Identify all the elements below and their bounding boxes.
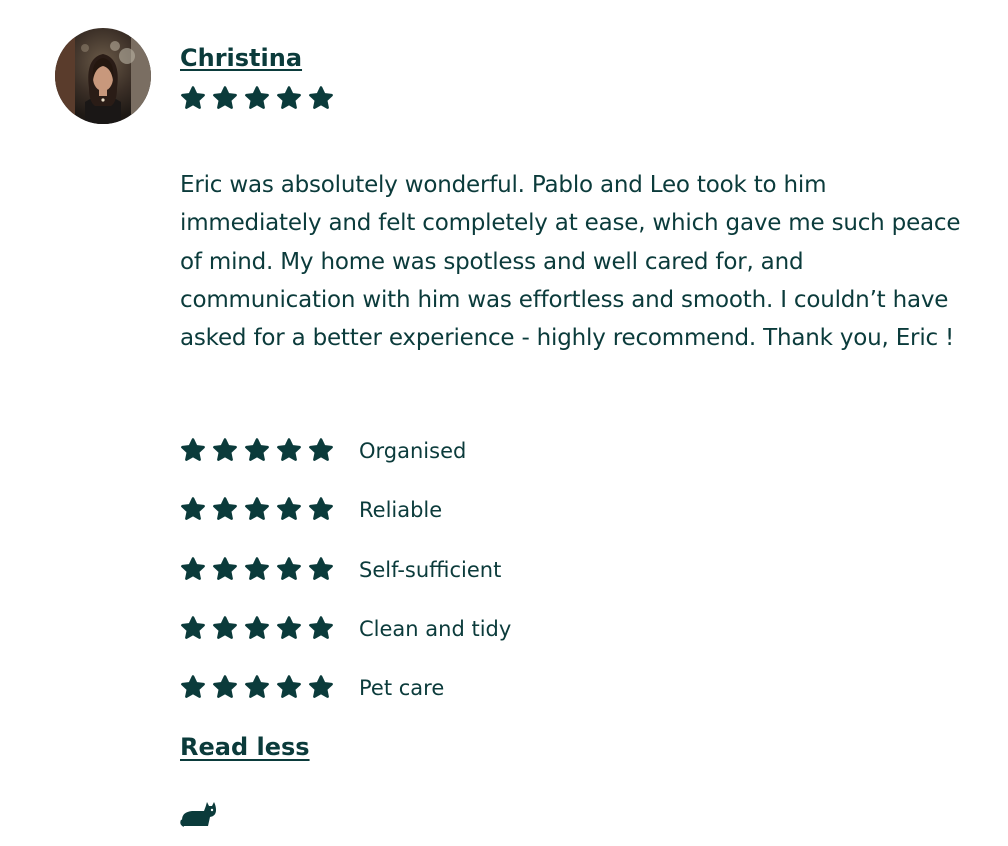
criterion-rating-stars bbox=[180, 557, 334, 583]
criterion-rating-stars bbox=[180, 675, 334, 701]
star-icon bbox=[276, 438, 302, 464]
star-icon bbox=[180, 86, 206, 112]
criterion-label: Self-sufficient bbox=[359, 558, 502, 582]
star-icon bbox=[244, 497, 270, 523]
avatar-image bbox=[55, 28, 151, 124]
star-icon bbox=[308, 675, 334, 701]
overall-rating-stars bbox=[180, 86, 334, 112]
avatar[interactable] bbox=[55, 28, 151, 124]
star-icon bbox=[212, 675, 238, 701]
star-icon bbox=[276, 675, 302, 701]
criterion-clean-and-tidy: Clean and tidy bbox=[180, 614, 680, 644]
review-card: Christina Eric was absolutely wonderful.… bbox=[0, 0, 1008, 846]
criterion-rating-stars bbox=[180, 438, 334, 464]
star-icon bbox=[308, 616, 334, 642]
star-icon bbox=[308, 557, 334, 583]
criterion-label: Clean and tidy bbox=[359, 617, 512, 641]
star-icon bbox=[308, 497, 334, 523]
star-icon bbox=[244, 86, 270, 112]
star-icon bbox=[180, 616, 206, 642]
star-icon bbox=[244, 675, 270, 701]
read-less-link[interactable]: Read less bbox=[180, 733, 310, 761]
criterion-label: Organised bbox=[359, 439, 467, 463]
star-icon bbox=[244, 438, 270, 464]
star-icon bbox=[212, 497, 238, 523]
criterion-reliable: Reliable bbox=[180, 495, 680, 525]
criterion-organised: Organised bbox=[180, 436, 680, 466]
reviewer-name-link[interactable]: Christina bbox=[180, 44, 302, 72]
star-icon bbox=[212, 438, 238, 464]
criterion-rating-stars bbox=[180, 616, 334, 642]
star-icon bbox=[180, 438, 206, 464]
star-icon bbox=[180, 497, 206, 523]
star-icon bbox=[244, 616, 270, 642]
star-icon bbox=[276, 616, 302, 642]
star-icon bbox=[308, 438, 334, 464]
star-icon bbox=[212, 616, 238, 642]
star-icon bbox=[212, 86, 238, 112]
cat-icon bbox=[180, 798, 218, 828]
star-icon bbox=[276, 557, 302, 583]
star-icon bbox=[244, 557, 270, 583]
criterion-rating-stars bbox=[180, 497, 334, 523]
star-icon bbox=[180, 557, 206, 583]
star-icon bbox=[308, 86, 334, 112]
criterion-label: Pet care bbox=[359, 676, 445, 700]
star-icon bbox=[276, 497, 302, 523]
criterion-self-sufficient: Self-sufficient bbox=[180, 555, 680, 585]
review-text: Eric was absolutely wonderful. Pablo and… bbox=[180, 172, 961, 352]
star-icon bbox=[180, 675, 206, 701]
criterion-label: Reliable bbox=[359, 498, 443, 522]
star-icon bbox=[212, 557, 238, 583]
criterion-pet-care: Pet care bbox=[180, 673, 680, 703]
star-icon bbox=[276, 86, 302, 112]
